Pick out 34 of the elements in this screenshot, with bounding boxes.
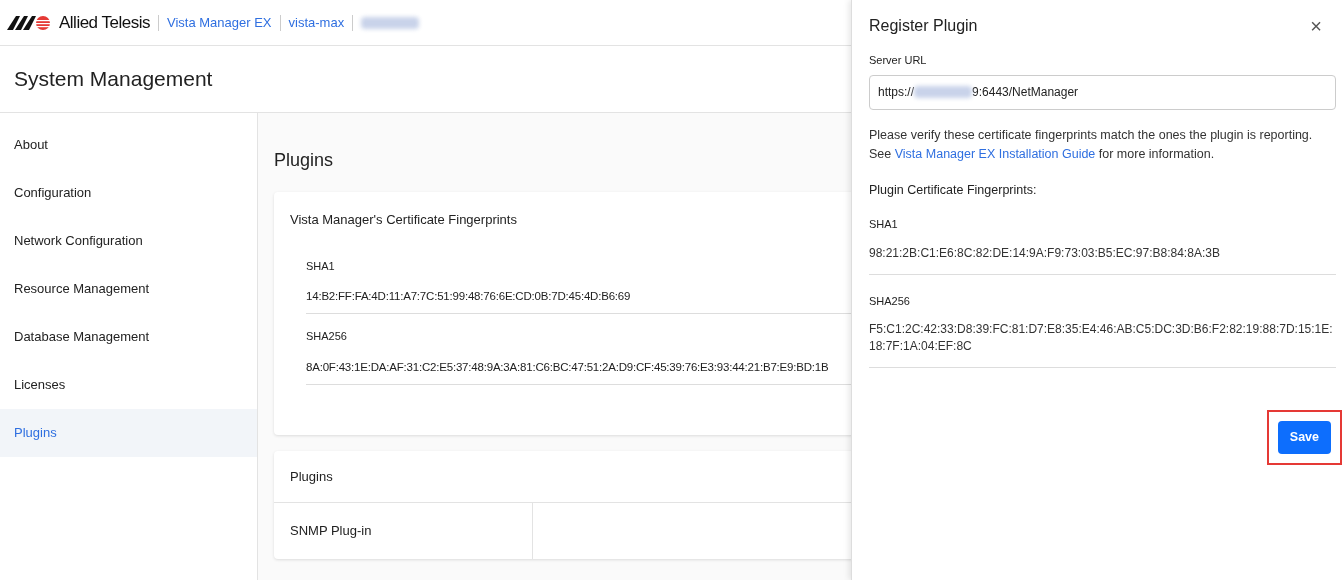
breadcrumb-link[interactable]: Vista Manager EX (166, 12, 272, 33)
hash-label: SHA256 (869, 293, 911, 309)
guide-link[interactable]: Vista Manager EX Installation Guide (894, 146, 1096, 161)
sidebar-item[interactable]: Network Configuration (0, 217, 257, 265)
card-title: Plugins (274, 451, 851, 503)
close-button[interactable]: × (1310, 16, 1322, 36)
hash-label: SHA1 (306, 258, 336, 274)
hash-value: 8A:0F:43:1E:DA:AF:31:C2:E5:37:48:9A:3A:81:C6:BC:47:51:2A:D9:CF:45:39:76:E3:93:44:21:B7:E9:BD:1B (306, 359, 830, 375)
notice-text: Please verify these certificate fingerprints match the ones the plugin is reporting. See Vista Manager EX Installation Guide for more information. (869, 126, 1314, 163)
sidebar-item[interactable]: Plugins (0, 409, 257, 457)
redacted-blur (361, 16, 420, 29)
sidebar-item[interactable]: Configuration (0, 169, 257, 217)
hash-label: SHA256 (306, 329, 348, 345)
hash-value: 14:B2:FF:FA:4D:11:A7:7C:51:99:48:76:6E:CD:0B:7D:45:4D:B6:69 (306, 289, 632, 304)
logo-mark-icon (7, 15, 51, 30)
section-heading: Plugins (274, 149, 335, 172)
field-label: Server URL (869, 53, 928, 68)
card-title: Vista Manager's Certificate Fingerprints (290, 211, 518, 229)
breadcrumb-link[interactable]: vista-max (288, 12, 345, 33)
brand-name: Allied Telesis (59, 11, 150, 34)
drawer-title: Register Plugin (869, 16, 978, 36)
url-field[interactable]: https:// 9:6443/NetManager (869, 74, 1336, 110)
fingerprints-title: Plugin Certificate Fingerprints: (869, 181, 1038, 199)
sidebar-item[interactable]: Database Management (0, 313, 257, 361)
hash-value: F5:C1:2C:42:33:D8:39:FC:81:D7:E8:35:E4:46:AB:C5:DC:3D:B6:F2:82:19:88:7D:15:1E:18:7F:1A:04:EF:8C (869, 321, 1334, 356)
sidebar-item[interactable]: About (0, 121, 257, 169)
sidebar-item[interactable]: Resource Management (0, 265, 257, 313)
table-cell: SNMP Plug-in (274, 503, 533, 559)
page-title: System Management (14, 66, 213, 93)
save-button[interactable]: Save (1277, 421, 1331, 455)
sidebar-item[interactable]: Licenses (0, 361, 257, 409)
redacted-blur (914, 86, 973, 98)
hash-label: SHA1 (869, 217, 899, 233)
hash-value: 98:21:2B:C1:E6:8C:82:DE:14:9A:F9:73:03:B5:EC:97:B8:84:8A:3B (869, 244, 1221, 262)
